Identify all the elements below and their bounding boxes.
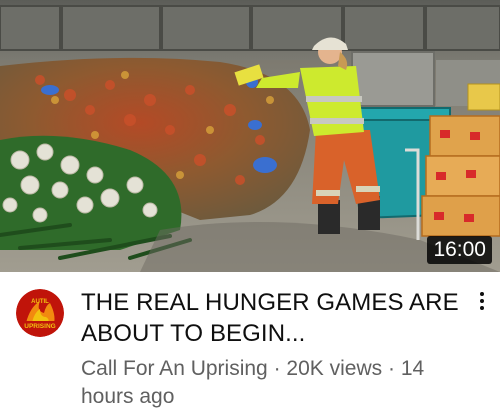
menu-dot bbox=[480, 292, 484, 296]
separator-dot: · bbox=[387, 357, 395, 380]
channel-logo-icon: AUTIL UPRISING bbox=[16, 289, 64, 337]
channel-name-link[interactable]: Call For An Uprising bbox=[81, 357, 268, 380]
thumbnail-image bbox=[0, 0, 500, 272]
menu-dot bbox=[480, 299, 484, 303]
separator-dot: · bbox=[273, 357, 281, 380]
video-duration-badge: 16:00 bbox=[427, 236, 492, 264]
video-subline: Call For An Uprising · 20K views · 14 ho… bbox=[81, 355, 471, 411]
video-meta: AUTIL UPRISING THE REAL HUNGER GAMES ARE… bbox=[0, 272, 500, 416]
menu-dot bbox=[480, 306, 484, 310]
channel-avatar[interactable]: AUTIL UPRISING bbox=[16, 289, 64, 337]
avatar-logo-text-bottom: UPRISING bbox=[24, 323, 55, 330]
view-count: 20K views bbox=[286, 357, 383, 380]
video-thumbnail[interactable]: 16:00 bbox=[0, 0, 500, 272]
avatar-logo-text-top: AUTIL bbox=[31, 299, 49, 305]
more-vert-icon[interactable] bbox=[470, 286, 494, 316]
video-title[interactable]: THE REAL HUNGER GAMES ARE ABOUT TO BEGIN… bbox=[81, 287, 461, 349]
